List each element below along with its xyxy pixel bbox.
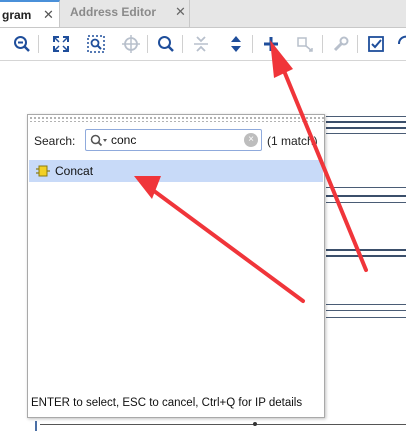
validate-button[interactable] (366, 34, 386, 54)
collapse-icon (194, 36, 208, 52)
search-label: Search: (34, 134, 76, 148)
collapse-button[interactable] (191, 34, 211, 54)
add-ip-icon (264, 37, 278, 51)
wrench-button[interactable] (331, 34, 351, 54)
zoom-fit-button[interactable] (51, 34, 71, 54)
port-marker (35, 421, 37, 431)
toolbar-separator (322, 35, 323, 53)
net-wire[interactable] (326, 116, 406, 117)
search-icon (158, 36, 174, 52)
toolbar-separator (252, 35, 253, 53)
regenerate-icon (398, 35, 406, 45)
expand-button[interactable] (226, 34, 246, 54)
search-button[interactable] (156, 34, 176, 54)
net-junction (253, 422, 257, 426)
result-item-concat[interactable]: Concat (29, 160, 323, 182)
net-wire[interactable] (326, 202, 406, 203)
search-icon[interactable] (90, 134, 108, 148)
toolbar-separator (182, 35, 183, 53)
tab-label: Address Editor (70, 5, 157, 19)
net-wire[interactable] (326, 195, 406, 197)
make-connection-icon (297, 37, 313, 52)
search-field[interactable]: × (85, 129, 262, 151)
result-label: Concat (55, 164, 94, 178)
net-wire[interactable] (326, 121, 406, 123)
crosshair-button[interactable] (121, 34, 141, 54)
make-connection-button[interactable] (296, 34, 316, 54)
zoom-fit-icon (53, 36, 69, 52)
clear-icon[interactable]: × (244, 133, 258, 147)
toolbar-separator (147, 35, 148, 53)
tab-block-design[interactable]: gram ✕ (0, 0, 60, 27)
match-count: (1 match) (267, 134, 318, 148)
close-icon[interactable]: ✕ (175, 0, 186, 24)
regenerate-button[interactable] (396, 34, 406, 54)
tab-bar: gram ✕ Address Editor ✕ (0, 0, 406, 28)
wrench-icon (333, 36, 349, 52)
diagram-toolbar (0, 28, 406, 61)
crosshair-icon (122, 35, 140, 53)
zoom-out-icon (14, 36, 30, 52)
expand-icon (231, 36, 241, 52)
close-icon[interactable]: ✕ (43, 3, 54, 27)
popup-drag-handle[interactable] (28, 115, 324, 122)
zoom-area-icon (87, 35, 105, 53)
net-wire[interactable] (326, 127, 406, 129)
add-ip-button[interactable] (261, 34, 281, 54)
validate-icon (368, 36, 384, 52)
search-input[interactable] (111, 132, 236, 148)
net-wire[interactable] (326, 304, 406, 305)
net-wire[interactable] (40, 424, 406, 425)
tab-label: gram (2, 8, 32, 22)
net-wire[interactable] (326, 317, 406, 318)
zoom-area-button[interactable] (86, 34, 106, 54)
toolbar-separator (38, 35, 39, 53)
popup-hint: ENTER to select, ESC to cancel, Ctrl+Q f… (31, 397, 303, 409)
search-row: Search: × (1 match) (28, 125, 324, 155)
toolbar-separator (357, 35, 358, 53)
ip-block-icon (36, 165, 50, 177)
net-wire[interactable] (326, 255, 406, 257)
zoom-out-button[interactable] (12, 34, 32, 54)
net-wire[interactable] (326, 310, 406, 311)
tab-address-editor[interactable]: Address Editor ✕ (62, 0, 190, 27)
net-wire[interactable] (326, 133, 406, 134)
net-wire[interactable] (326, 187, 406, 188)
net-wire[interactable] (326, 249, 406, 251)
add-ip-search-popup: Search: × (1 match) Concat ENTER to sele… (27, 114, 325, 418)
